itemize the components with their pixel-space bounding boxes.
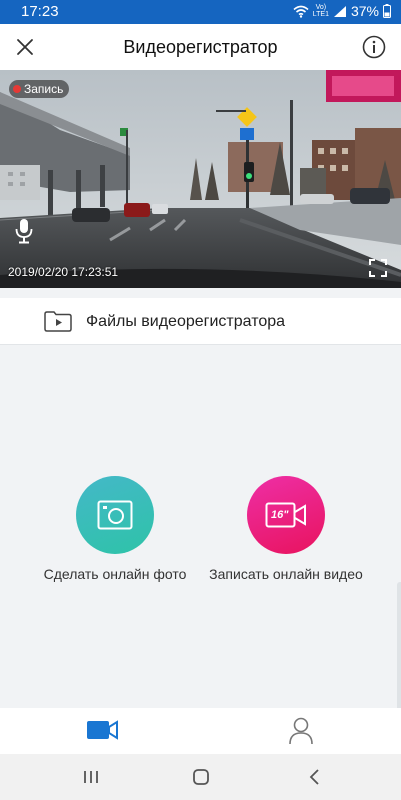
- network-volte: Vo): [315, 4, 327, 11]
- dashcam-scene: [0, 70, 401, 288]
- network-lte: LTE1: [312, 11, 329, 18]
- camera-photo-icon: [97, 500, 133, 530]
- signal-icon: [333, 5, 346, 17]
- bottom-tab-bar: [0, 708, 401, 754]
- online-video-label: Записать онлайн видео: [209, 566, 363, 582]
- recording-dot-icon: [13, 85, 21, 93]
- video-length-badge: 16": [271, 509, 289, 521]
- network-type: Vo) LTE1: [313, 4, 329, 18]
- microphone-icon[interactable]: [14, 218, 34, 244]
- status-icons: Vo) LTE1 37%: [293, 3, 391, 19]
- online-photo-action[interactable]: Сделать онлайн фото: [30, 476, 200, 582]
- video-preview[interactable]: Запись 2019/02/20 17:23:51: [0, 70, 401, 288]
- fullscreen-icon[interactable]: [369, 259, 387, 277]
- recording-badge: Запись: [9, 80, 70, 98]
- app-header: Видеорегистратор: [0, 24, 401, 70]
- online-video-action[interactable]: 16" Записать онлайн видео: [201, 476, 371, 582]
- dashcam-files-row[interactable]: Файлы видеорегистратора: [0, 298, 401, 345]
- camera-tab-icon[interactable]: [86, 719, 118, 741]
- status-time: 17:23: [21, 3, 59, 20]
- profile-tab-icon[interactable]: [288, 717, 314, 745]
- info-icon[interactable]: [362, 35, 386, 59]
- edge-panel-handle[interactable]: [397, 582, 401, 722]
- battery-icon: [383, 4, 391, 18]
- page-title: Видеорегистратор: [123, 37, 278, 57]
- system-nav-bar: [0, 754, 401, 800]
- wifi-icon: [293, 5, 309, 18]
- online-photo-label: Сделать онлайн фото: [43, 566, 187, 582]
- battery-percent: 37%: [350, 3, 379, 19]
- recent-apps-icon[interactable]: [82, 768, 100, 786]
- status-bar: 17:23 Vo) LTE1 37%: [0, 0, 401, 24]
- home-icon[interactable]: [192, 768, 210, 786]
- video-timestamp: 2019/02/20 17:23:51: [8, 265, 119, 279]
- folder-video-icon: [44, 311, 72, 332]
- online-video-button[interactable]: 16": [247, 476, 325, 554]
- dashcam-files-label: Файлы видеорегистратора: [86, 313, 286, 330]
- online-photo-button[interactable]: [76, 476, 154, 554]
- recording-label: Запись: [24, 82, 64, 96]
- back-icon[interactable]: [306, 768, 324, 786]
